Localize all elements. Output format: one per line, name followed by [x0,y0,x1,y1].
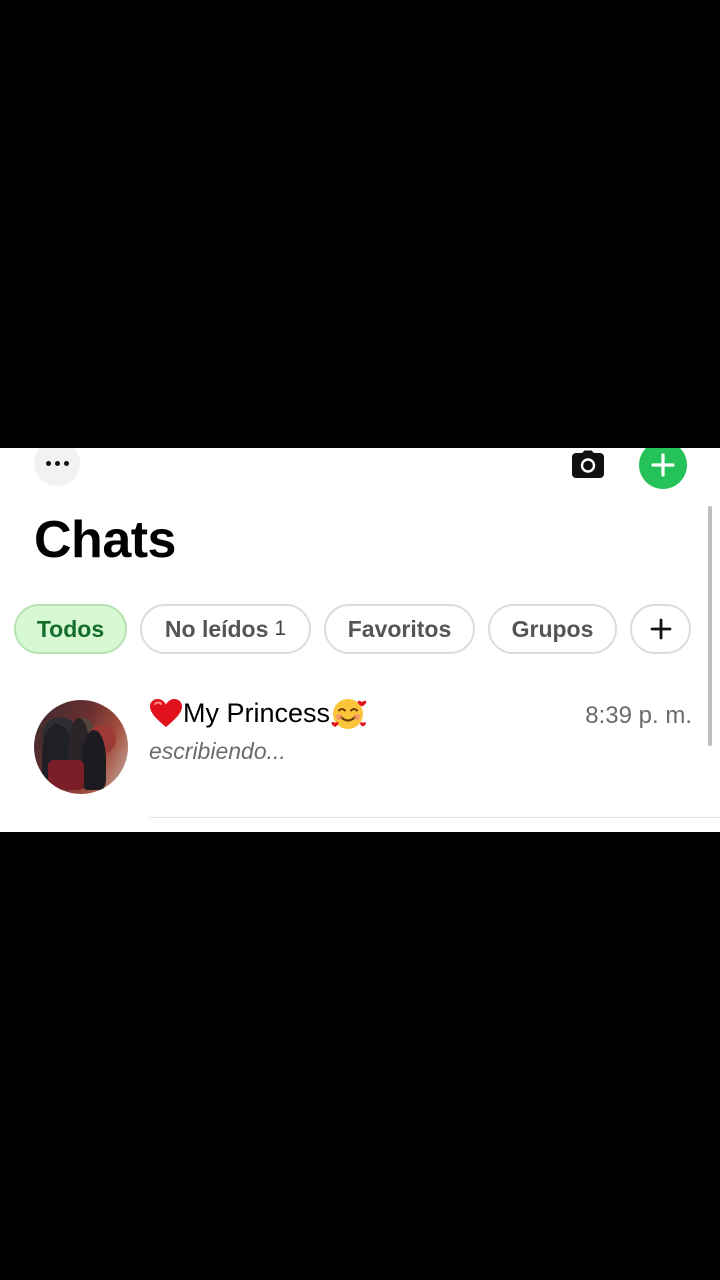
red-heart-icon [149,698,183,728]
smiling-face-with-hearts-icon [330,696,368,730]
chat-list-item[interactable]: My Princess 8:39 p. m. escribiendo... [0,696,720,816]
filter-chip-label: Favoritos [347,615,452,642]
filter-chip-label: No leídos [164,615,269,642]
plus-icon [650,618,671,640]
chat-name: My Princess [149,696,368,730]
new-chat-button[interactable] [639,448,687,489]
filter-chip-label: Grupos [511,615,594,642]
dot [63,460,69,466]
camera-button[interactable] [566,448,610,486]
chat-name-text: My Princess [183,697,331,728]
divider [149,817,720,818]
chats-screen: Chats Todos No leídos 1 Favoritos Grupos [0,448,720,832]
avatar [34,700,128,794]
add-filter-button[interactable] [630,604,691,654]
page-title: Chats [34,511,176,569]
filter-chip-todos[interactable]: Todos [14,604,127,654]
more-options-button[interactable] [34,448,80,486]
filter-chip-grupos[interactable]: Grupos [488,604,617,654]
scrollbar[interactable] [708,506,712,746]
chat-preview: escribiendo... [149,738,286,764]
plus-icon [651,453,675,477]
chat-timestamp: 8:39 p. m. [585,702,692,729]
dot [54,460,60,466]
filter-chip-no-leidos[interactable]: No leídos 1 [140,604,311,654]
camera-icon [572,450,604,478]
filter-chip-label: Todos [36,615,105,642]
filter-chip-favoritos[interactable]: Favoritos [324,604,475,654]
dot [45,460,51,466]
unread-count: 1 [274,617,287,640]
